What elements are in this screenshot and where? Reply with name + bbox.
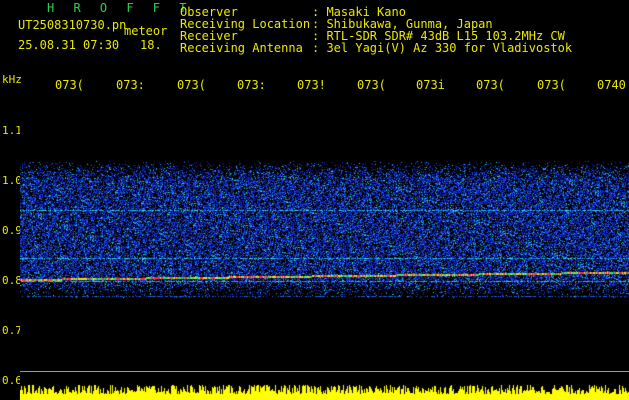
observation-datetime: 25.08.31 07:30 [18,38,120,52]
y-tick-1-0: 1.0 [2,174,22,187]
x-tick-7: 073i [416,78,445,92]
y-tick-1-1: 1.1 [2,124,22,137]
x-tick-6: 073( [357,78,386,92]
x-tick-9: 073( [537,78,566,92]
antenna-label: Receiving Antenna [180,41,303,55]
x-tick-3: 073( [177,78,206,92]
y-tick-0-9: 0.9 [2,224,22,237]
x-tick-5: 073! [297,78,326,92]
file-name: UT2508310730.pn [18,18,127,32]
y-tick-0-8: 0.8 [2,274,22,287]
x-tick-4: 073: [237,78,266,92]
level-baseline [20,371,629,372]
y-axis-unit: kHz [2,73,22,86]
x-tick-10: 0740 [597,78,626,92]
meteor-count: 18. [140,38,162,52]
y-tick-0-7: 0.7 [2,324,22,337]
x-tick-8: 073( [476,78,505,92]
antenna-value: : 3el Yagi(V) Az 330 for Vladivostok [312,41,573,55]
y-tick-0-6: 0.6 [2,374,22,387]
spectrogram-plot [20,98,629,400]
hrofft-brand: H R O F F T [47,1,193,15]
x-tick-1: 073( [55,78,84,92]
file-suffix: meteor [124,24,168,38]
x-tick-2: 073: [116,78,145,92]
